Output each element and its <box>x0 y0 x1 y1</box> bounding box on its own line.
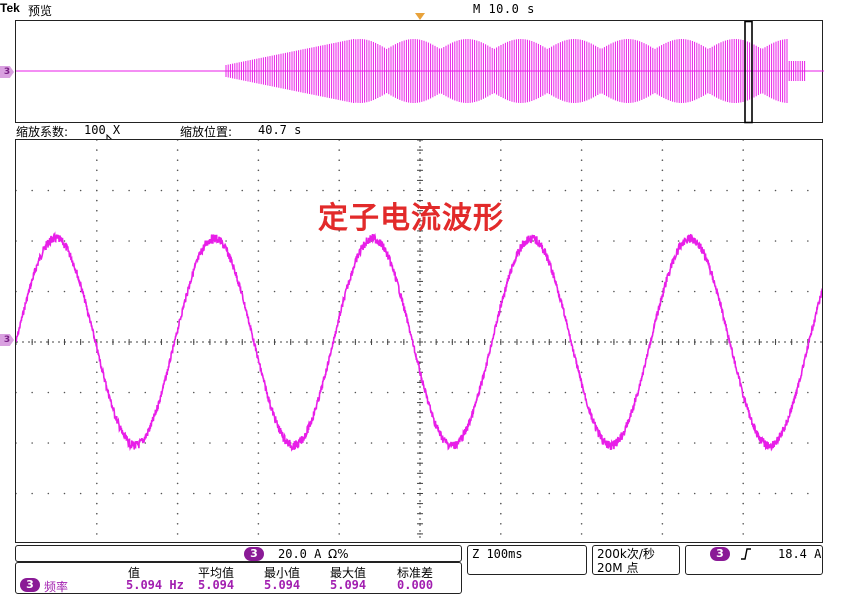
channel-scale-box[interactable]: 3 20.0 A Ω% <box>15 545 462 562</box>
preview-label: 预览 <box>28 4 53 18</box>
timebase-readout: M 10.0 s <box>473 2 535 16</box>
overview-waveform <box>16 21 824 124</box>
meas-channel-badge: 3 <box>20 578 40 592</box>
horizontal-zoom-box[interactable]: Z 100ms <box>467 545 587 575</box>
trigger-box[interactable]: 3 18.4 A <box>685 545 823 575</box>
zoom-info-row: 缩放系数: 100 X 缩放位置: 40.7 s <box>16 123 836 139</box>
zoom-position-label: 缩放位置: <box>180 125 233 139</box>
meas-value: 5.094 Hz <box>126 578 184 592</box>
meas-name: 频率 <box>44 580 69 594</box>
channel-badge: 3 <box>244 547 264 561</box>
meas-mean: 5.094 <box>198 578 235 592</box>
trigger-level-value: 18.4 A <box>778 547 822 561</box>
measurement-panel[interactable]: 值 平均值 最小值 最大值 标准差 3 频率 5.094 Hz 5.094 5.… <box>15 562 462 594</box>
sample-rate-value: 200k次/秒 <box>597 547 655 561</box>
bandwidth-unit-icon: Ω% <box>328 547 349 561</box>
meas-max: 5.094 <box>330 578 367 592</box>
meas-std: 0.000 <box>397 578 434 592</box>
overview-record-window[interactable] <box>15 20 824 124</box>
rising-edge-icon <box>741 548 751 560</box>
trigger-position-icon[interactable] <box>415 13 425 20</box>
zoom-factor-label: 缩放系数: <box>16 125 69 139</box>
channel-scale-value: 20.0 A <box>278 547 322 561</box>
trigger-channel-badge: 3 <box>710 547 730 561</box>
sample-rate-box[interactable]: 200k次/秒 20M 点 <box>592 545 680 575</box>
meas-min: 5.094 <box>264 578 301 592</box>
overview-channel-marker-icon[interactable]: 3 <box>0 66 14 78</box>
record-length-value: 20M 点 <box>597 561 639 575</box>
zoom-timebase-value: Z 100ms <box>472 547 523 561</box>
zoom-window-indicator[interactable] <box>744 21 753 124</box>
zoom-position-value: 40.7 s <box>258 123 302 137</box>
brand-logo: Tek <box>0 1 20 15</box>
channel-3-ground-marker-icon[interactable]: 3 <box>0 334 14 346</box>
waveform-title: 定子电流波形 <box>318 201 504 236</box>
